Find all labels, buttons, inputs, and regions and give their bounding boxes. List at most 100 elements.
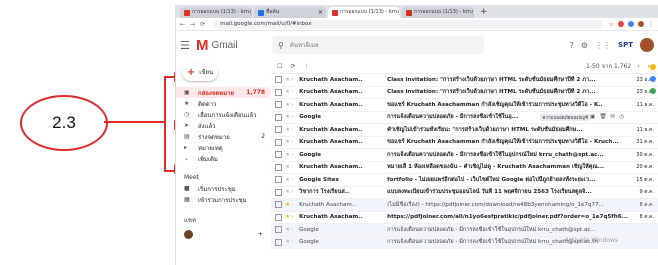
important-marker-icon[interactable]: ›: [291, 164, 297, 170]
forward-icon[interactable]: →: [190, 21, 195, 28]
browser-tab[interactable]: การออกแบบ (1/13) - krru_chath...✕: [180, 7, 252, 18]
url-field[interactable]: mail.google.com/mail/u/0/#inbox: [214, 19, 603, 29]
row-checkbox[interactable]: [275, 76, 283, 84]
row-checkbox[interactable]: [275, 213, 283, 221]
tasks-icon[interactable]: [650, 76, 656, 82]
message-row[interactable]: ★ › Kruchath Asacham.. Class invitation: "ก…: [271, 74, 658, 87]
message-sender: Google: [299, 114, 322, 121]
sidebar-item-drafts[interactable]: ▤ ร่างจดหมาย 2: [176, 131, 271, 142]
close-icon[interactable]: ✕: [318, 7, 323, 18]
row-checkbox[interactable]: [275, 176, 283, 184]
settings-gear-icon[interactable]: ⚙: [581, 41, 588, 50]
sidebar-item-inbox[interactable]: ▣ กล่องจดหมาย 1,778: [176, 87, 272, 98]
browser-tab-active[interactable]: การออกแบบ (1/13) - krru_chath...✕: [328, 7, 400, 18]
important-marker-icon[interactable]: ›: [291, 202, 297, 208]
send-icon: ➤: [184, 122, 190, 129]
label-icon: ▸: [184, 144, 188, 151]
account-avatar[interactable]: [640, 38, 654, 52]
important-marker-icon[interactable]: ›: [291, 114, 297, 120]
select-all-checkbox[interactable]: ☐: [277, 63, 282, 70]
hamburger-menu-icon[interactable]: ☰: [180, 39, 196, 52]
extension-icon[interactable]: [618, 21, 624, 27]
back-icon[interactable]: ←: [180, 21, 185, 28]
message-row[interactable]: ★ › Kruchath Asacham.. ขอแชร์ Kruchath Asac…: [271, 137, 658, 149]
message-row[interactable]: ★ › วิชาการ โรงเรียนส.. แบบลงทะเบียนเข้าร่ว…: [271, 187, 658, 199]
help-icon[interactable]: ?: [570, 41, 574, 50]
message-row[interactable]: ★ › Kruchath Asacham.. Class invitation: "ก…: [271, 87, 658, 99]
tab-title: การออกแบบ (1/13) - krru_chath...: [192, 9, 252, 15]
kebab-menu-icon[interactable]: ⋮: [648, 21, 654, 28]
sidebar-item-count: 1,778: [246, 89, 266, 96]
archive-icon[interactable]: ▣: [590, 114, 595, 120]
row-checkbox[interactable]: [275, 138, 283, 146]
message-date: 9 ต.ค.: [639, 189, 654, 196]
important-marker-icon[interactable]: ›: [291, 177, 297, 183]
extensions-area: ☆ ⋮: [609, 21, 654, 28]
sidebar-item-more[interactable]: ⌄ เพิ่มเติม: [176, 153, 271, 164]
meet-new-meeting[interactable]: ■ เริ่มการประชุม: [176, 183, 271, 194]
message-row[interactable]: ★ › Google การแจ้งเตือนความปลอดภัย - มีการล…: [271, 224, 658, 237]
important-marker-icon[interactable]: ›: [291, 102, 297, 108]
prev-page-icon[interactable]: ‹: [637, 63, 639, 70]
extension-icon[interactable]: [628, 21, 634, 27]
important-marker-icon[interactable]: ›: [291, 189, 297, 195]
calendar-icon[interactable]: [650, 64, 656, 70]
mark-read-icon[interactable]: ✉: [610, 114, 615, 120]
important-marker-icon[interactable]: ›: [291, 239, 297, 245]
sidebar-item-notes[interactable]: ▸ หมายเหตุ: [176, 142, 271, 153]
message-row[interactable]: ★ › Google Sites fortfolio - ไม่เผยแพร่อีกต…: [271, 174, 658, 187]
row-checkbox[interactable]: [275, 126, 283, 134]
profile-avatar[interactable]: [638, 21, 644, 27]
message-label-chip[interactable]: ความปลอดภัยของบัญชี: [540, 113, 591, 121]
sidebar-item-count: 2: [261, 133, 266, 140]
message-row[interactable]: ★ › Google การแจ้งเตือนความปลอดภัย - มีการล…: [271, 149, 658, 162]
important-marker-icon[interactable]: ›: [291, 227, 297, 233]
row-checkbox[interactable]: [275, 101, 283, 109]
meet-join-meeting[interactable]: ▦ เข้าร่วมการประชุม: [176, 194, 271, 205]
refresh-icon[interactable]: ⟳: [290, 63, 295, 70]
browser-tab[interactable]: การออกแบบ (1/13) - krru_chath...✕: [402, 7, 474, 18]
sidebar-item-snoozed[interactable]: ◷ เลื่อนการแจ้งเตือนแล้ว: [176, 109, 271, 120]
message-subject: แบบลงทะเบียนเข้าร่วมประชุมออนไลน์ วันที่…: [387, 189, 592, 196]
compose-button[interactable]: + เขียน: [182, 63, 218, 81]
row-checkbox[interactable]: [275, 151, 283, 159]
message-row[interactable]: ★ › Kruchath Asacham.. ขอแชร์ Kruchath Asac…: [271, 99, 658, 112]
gmail-favicon-icon: [406, 9, 412, 16]
row-checkbox[interactable]: [275, 226, 283, 234]
important-marker-icon[interactable]: ›: [291, 77, 297, 83]
gmail-logo[interactable]: M Gmail: [196, 37, 266, 54]
message-row[interactable]: ★ › Kruchath Asacham.. https://pdfjoiner.co…: [271, 212, 658, 224]
row-checkbox[interactable]: [275, 238, 283, 246]
star-bookmark-icon[interactable]: ☆: [609, 21, 614, 28]
important-marker-icon[interactable]: ›: [291, 89, 297, 95]
search-input[interactable]: ⚲ ค้นหาอีเมล: [272, 36, 484, 54]
message-row[interactable]: ★ › Kruchath Asacham.. (ไม่มีชื่อเรื่อง) - …: [271, 199, 658, 212]
delete-icon[interactable]: 🗑: [599, 114, 606, 120]
important-marker-icon[interactable]: ›: [291, 139, 297, 145]
important-marker-icon[interactable]: ›: [291, 214, 297, 220]
more-options-icon[interactable]: ⋮: [304, 63, 310, 70]
apps-grid-icon[interactable]: ⋮⋮: [595, 41, 611, 50]
keep-icon[interactable]: [650, 88, 656, 94]
chat-user[interactable]: +: [176, 227, 271, 241]
row-checkbox[interactable]: [275, 163, 283, 171]
browser-tab[interactable]: ชื่อคัน ✕: [254, 7, 326, 18]
important-marker-icon[interactable]: ›: [291, 152, 297, 158]
message-row[interactable]: ★ › Google การแจ้งเตือนความปลอดภัย - มีการล…: [271, 112, 658, 124]
row-checkbox[interactable]: [275, 113, 283, 121]
clock-icon: ◷: [184, 111, 190, 118]
row-checkbox[interactable]: [275, 88, 283, 96]
sidebar-item-sent[interactable]: ➤ ส่งแล้ว: [176, 120, 271, 131]
search-icon[interactable]: ⚲: [278, 41, 284, 50]
message-row[interactable]: ★ › Kruchath Asacham.. คำเชิญไม่เข้าร่วมทั้…: [271, 124, 658, 137]
sidebar-item-starred[interactable]: ★ ติดดาว: [176, 98, 271, 109]
reload-icon[interactable]: ⟳: [200, 21, 205, 28]
important-marker-icon[interactable]: ›: [291, 127, 297, 133]
inbox-icon: ▣: [184, 89, 190, 96]
new-tab-button[interactable]: +: [480, 7, 488, 18]
snooze-icon[interactable]: ◷: [619, 114, 624, 120]
chat-add-icon[interactable]: +: [258, 231, 263, 238]
row-checkbox[interactable]: [275, 201, 283, 209]
message-row[interactable]: ★ › Kruchath Asacham.. หมายเลี้ 1 ห้องเหลือ…: [271, 162, 658, 174]
row-checkbox[interactable]: [275, 188, 283, 196]
